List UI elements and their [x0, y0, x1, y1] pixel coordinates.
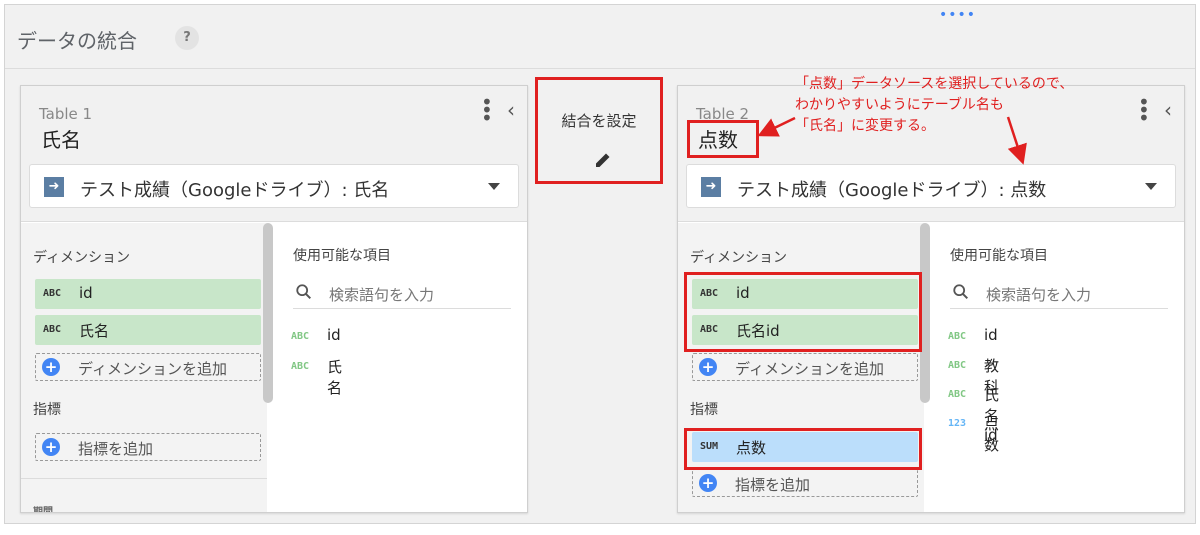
dimension-chip[interactable]: ABC 氏名 — [35, 315, 261, 345]
chevron-down-icon — [488, 183, 500, 190]
annotation-note: 「点数」データソースを選択しているので、 わかりやすいようにテーブル名も 「氏名… — [795, 74, 1125, 137]
table-label: Table 1 — [39, 105, 93, 123]
datasource-name: テスト成績（Googleドライブ）: 氏名 — [80, 180, 390, 201]
search-input[interactable]: 検索語句を入力 — [986, 284, 1091, 305]
dimensions-highlight — [684, 272, 922, 352]
add-dimension-button[interactable]: + ディメンションを追加 — [692, 353, 918, 381]
chevron-left-icon[interactable]: ‹ — [1164, 98, 1172, 122]
datasource-select[interactable]: ➜ テスト成績（Googleドライブ）: 氏名 — [29, 164, 519, 208]
plus-icon: + — [699, 474, 717, 492]
pencil-icon — [596, 153, 610, 167]
available-field-name: id — [984, 326, 998, 344]
fields-column: ディメンション ABC id ABC 氏名 + ディメンションを追加 指標 + … — [21, 223, 267, 513]
annotation-line: 「氏名」に変更する。 — [795, 118, 935, 134]
datasource-icon: ➜ — [44, 177, 64, 197]
add-dimension-button[interactable]: + ディメンションを追加 — [35, 353, 261, 381]
date-range-heading: 期間 — [33, 507, 53, 513]
plus-icon: + — [42, 438, 60, 456]
table-name[interactable]: 氏名 — [41, 124, 81, 153]
add-dimension-label: ディメンションを追加 — [735, 360, 884, 378]
dimension-chip[interactable]: ABC id — [35, 279, 261, 309]
field-search[interactable]: 検索語句を入力 — [293, 281, 511, 309]
plus-icon: + — [42, 358, 60, 376]
page-title: データの統合 — [17, 29, 137, 53]
add-metric-button[interactable]: + 指標を追加 — [35, 433, 261, 461]
editor-header: データの統合 ? •••• — [5, 5, 1195, 69]
metrics-heading: 指標 — [33, 402, 61, 418]
add-metric-label: 指標を追加 — [78, 440, 154, 458]
text-type-icon: ABC — [948, 360, 967, 371]
dimension-name: 氏名 — [79, 322, 110, 340]
add-metric-button[interactable]: + 指標を追加 — [692, 469, 918, 497]
plus-icon: + — [699, 358, 717, 376]
dimensions-heading: ディメンション — [690, 250, 788, 266]
field-search[interactable]: 検索語句を入力 — [950, 281, 1168, 309]
text-type-icon: ABC — [43, 324, 62, 335]
available-field-name: 氏名 — [327, 358, 343, 397]
datasource-select[interactable]: ➜ テスト成績（Googleドライブ）: 点数 — [686, 164, 1176, 208]
configure-join-button[interactable]: 結合を設定 — [535, 77, 663, 184]
dimensions-heading: ディメンション — [33, 250, 131, 266]
available-fields-heading: 使用可能な項目 — [950, 248, 1048, 264]
table-name-highlight — [687, 120, 759, 158]
available-field-name: 点数 — [984, 415, 1000, 454]
available-fields-column: 使用可能な項目 検索語句を入力 ABC id ABC 氏名 — [273, 223, 527, 512]
annotation-line: わかりやすいようにテーブル名も — [795, 97, 1004, 113]
search-input[interactable]: 検索語句を入力 — [329, 284, 434, 305]
configure-join-label: 結合を設定 — [561, 112, 637, 130]
text-type-icon: ABC — [43, 288, 62, 299]
text-type-icon: ABC — [948, 331, 967, 342]
divider — [21, 478, 267, 479]
table-panel-1: Table 1 氏名 • • • ‹ ➜ テスト成績（Googleドライブ）: 氏名… — [20, 85, 528, 513]
chevron-down-icon — [1145, 183, 1157, 190]
more-vert-icon[interactable]: • • • — [481, 92, 493, 128]
annotation-line: 「点数」データソースを選択しているので、 — [795, 76, 1074, 92]
text-type-icon: ABC — [291, 361, 310, 372]
text-type-icon: ABC — [948, 389, 967, 400]
metric-highlight — [684, 428, 922, 470]
table-header: Table 1 氏名 • • • ‹ ➜ テスト成績（Googleドライブ）: 氏名 — [21, 86, 527, 222]
search-icon — [296, 284, 312, 300]
more-vert-icon[interactable]: • • • — [1138, 92, 1150, 128]
text-type-icon: ABC — [291, 331, 310, 342]
datasource-icon: ➜ — [701, 177, 721, 197]
datasource-name: テスト成績（Googleドライブ）: 点数 — [737, 180, 1047, 201]
dimension-name: id — [79, 284, 93, 302]
available-field-name: id — [327, 326, 341, 344]
number-type-icon: 123 — [948, 418, 967, 429]
add-dimension-label: ディメンションを追加 — [78, 360, 227, 378]
available-fields-heading: 使用可能な項目 — [293, 248, 391, 264]
chevron-left-icon[interactable]: ‹ — [507, 98, 515, 122]
add-metric-label: 指標を追加 — [735, 476, 811, 494]
metrics-heading: 指標 — [690, 402, 718, 418]
available-fields-column: 使用可能な項目 検索語句を入力 ABC id ABC 教科 ABC 氏名id 1… — [930, 223, 1184, 512]
help-icon[interactable]: ? — [175, 26, 199, 50]
search-icon — [953, 284, 969, 300]
drag-handle-icon[interactable]: •••• — [939, 7, 976, 23]
scrollbar[interactable] — [263, 223, 273, 403]
